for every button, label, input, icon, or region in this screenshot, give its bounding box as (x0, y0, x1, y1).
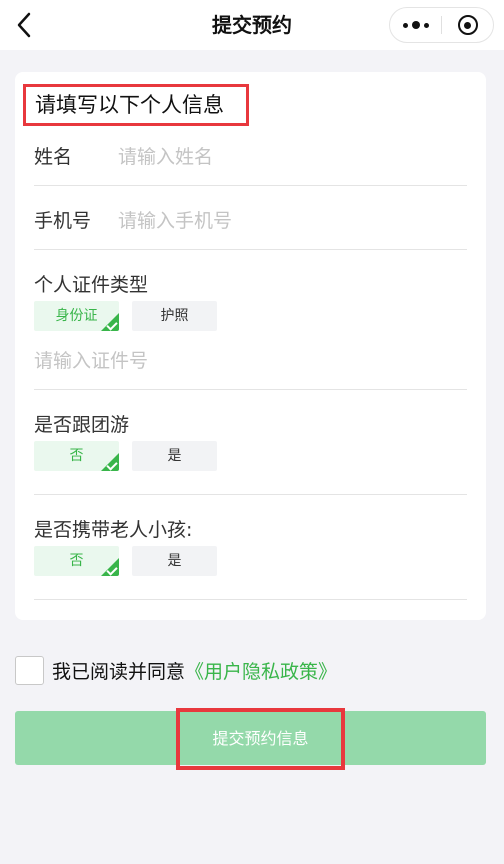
phone-label: 手机号 (34, 210, 92, 232)
option-label: 身份证 (55, 308, 98, 324)
privacy-policy-link[interactable]: 《用户隐私政策》 (185, 657, 337, 684)
divider (34, 185, 467, 186)
more-button[interactable] (390, 8, 441, 42)
group-tour-option-no[interactable]: 否 (34, 441, 119, 471)
id-type-option-idcard[interactable]: 身份证 (34, 301, 119, 331)
check-icon (106, 319, 118, 331)
submit-button-label: 提交预约信息 (176, 708, 345, 770)
option-label: 是 (167, 553, 182, 569)
option-label: 否 (69, 448, 84, 464)
more-dots-icon (401, 21, 431, 29)
check-icon (106, 564, 118, 576)
divider (34, 599, 467, 600)
group-tour-label: 是否跟团游 (34, 414, 130, 436)
name-label: 姓名 (34, 146, 73, 168)
divider (34, 494, 467, 495)
option-label: 护照 (160, 308, 189, 324)
phone-input[interactable]: 请输入手机号 (118, 206, 232, 233)
form-card: 请填写以下个人信息 姓名 请输入姓名 手机号 请输入手机号 个人证件类型 身份证… (15, 72, 486, 620)
option-label: 否 (69, 553, 84, 569)
elderly-children-option-yes[interactable]: 是 (132, 546, 217, 576)
agreement-checkbox[interactable] (15, 655, 44, 685)
elderly-children-option-no[interactable]: 否 (34, 546, 119, 576)
check-icon (106, 459, 118, 471)
section-title: 请填写以下个人信息 (23, 84, 249, 126)
nav-bar: 提交预约 (0, 0, 504, 50)
close-button[interactable] (442, 8, 493, 42)
submit-button[interactable]: 提交预约信息 (15, 708, 486, 770)
id-number-input[interactable]: 请输入证件号 (34, 346, 148, 373)
agreement-row: 我已阅读并同意 《用户隐私政策》 (15, 655, 337, 685)
id-type-label: 个人证件类型 (34, 274, 149, 296)
agreement-text: 我已阅读并同意 (52, 660, 186, 683)
mini-program-capsule (389, 7, 494, 43)
divider (34, 249, 467, 250)
name-input[interactable]: 请输入姓名 (118, 142, 213, 169)
divider (34, 389, 467, 390)
elderly-children-label: 是否携带老人小孩: (34, 519, 193, 541)
option-label: 是 (167, 448, 182, 464)
target-icon (457, 15, 478, 35)
id-type-option-passport[interactable]: 护照 (132, 301, 217, 331)
group-tour-option-yes[interactable]: 是 (132, 441, 217, 471)
